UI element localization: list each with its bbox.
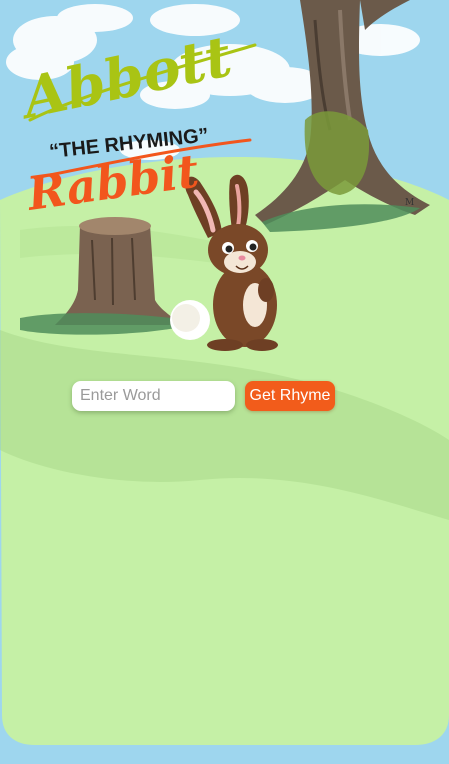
word-input[interactable] (72, 381, 235, 411)
bottom-border (0, 745, 449, 764)
artist-signature: M (405, 198, 414, 208)
rhyme-form: Get Rhyme (72, 381, 342, 413)
get-rhyme-button[interactable]: Get Rhyme (245, 381, 335, 411)
